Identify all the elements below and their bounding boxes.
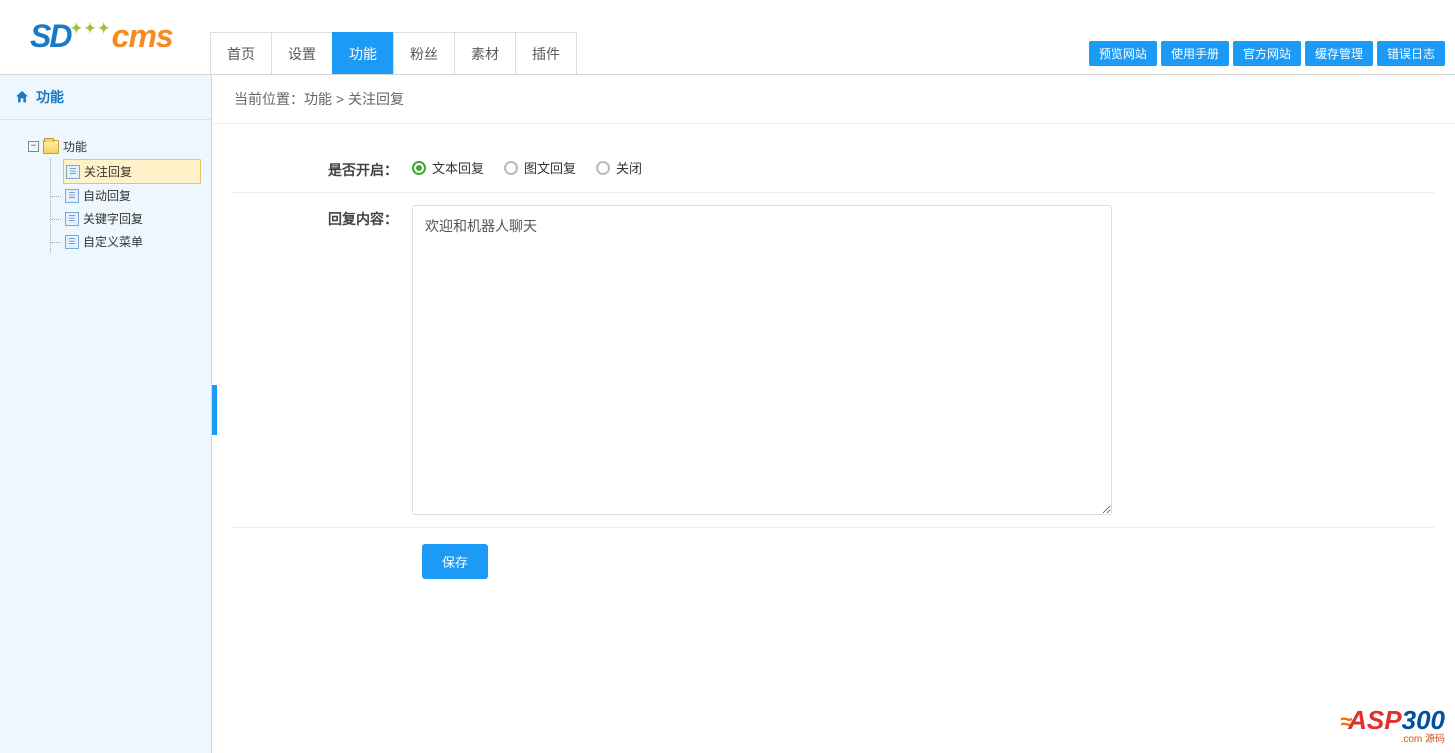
radio-close[interactable]: 关闭 [596, 158, 642, 177]
sidebar-tree: − 功能 ☰ 关注回复 ☰ 自动回复 ☰ 关键字回复 ☰ [0, 120, 211, 263]
reply-content-textarea[interactable] [412, 205, 1112, 515]
tree-item-label: 关注回复 [84, 163, 132, 180]
tree-root-label: 功能 [63, 138, 87, 155]
radio-label: 文本回复 [432, 158, 484, 177]
form-row-content: 回复内容： [232, 193, 1435, 528]
tree-item-follow-reply[interactable]: ☰ 关注回复 [63, 159, 201, 184]
tree-item-keyword-reply[interactable]: ☰ 关键字回复 [51, 207, 201, 230]
radio-label: 图文回复 [524, 158, 576, 177]
tree-item-label: 自定义菜单 [83, 233, 143, 250]
save-button[interactable]: 保存 [422, 544, 488, 579]
radio-icon [504, 161, 518, 175]
file-icon: ☰ [66, 165, 80, 179]
breadcrumb-part: 关注回复 [348, 91, 404, 107]
topnav-settings[interactable]: 设置 [271, 32, 333, 74]
breadcrumb-prefix: 当前位置： [234, 91, 304, 107]
topnav-home[interactable]: 首页 [210, 32, 272, 74]
toplink-errorlog[interactable]: 错误日志 [1377, 41, 1445, 66]
logo-part1: SD [30, 18, 70, 54]
topnav-fans[interactable]: 粉丝 [393, 32, 455, 74]
topnav-features[interactable]: 功能 [332, 32, 394, 74]
top-nav: 首页 设置 功能 粉丝 素材 插件 [210, 32, 576, 74]
enable-field: 文本回复 图文回复 关闭 [412, 156, 1435, 180]
collapse-icon[interactable]: − [28, 141, 39, 152]
radio-label: 关闭 [616, 158, 642, 177]
topnav-material[interactable]: 素材 [454, 32, 516, 74]
radio-text-reply[interactable]: 文本回复 [412, 158, 484, 177]
header: SD✦✦✦cms 首页 设置 功能 粉丝 素材 插件 预览网站 使用手册 官方网… [0, 0, 1455, 75]
form-row-enable: 是否开启： 文本回复 图文回复 关闭 [232, 144, 1435, 193]
tree-item-auto-reply[interactable]: ☰ 自动回复 [51, 184, 201, 207]
folder-icon [43, 140, 59, 154]
toplink-preview[interactable]: 预览网站 [1089, 41, 1157, 66]
main-content: 当前位置：功能 > 关注回复 是否开启： 文本回复 图文回复 [212, 75, 1455, 753]
sidebar-header: 功能 [0, 75, 211, 120]
sidebar-title: 功能 [36, 87, 64, 107]
radio-icon [596, 161, 610, 175]
radio-icon [412, 161, 426, 175]
tree-item-custom-menu[interactable]: ☰ 自定义菜单 [51, 230, 201, 253]
radio-group: 文本回复 图文回复 关闭 [412, 156, 642, 177]
tree-item-label: 关键字回复 [83, 210, 143, 227]
enable-label: 是否开启： [232, 156, 412, 180]
logo-decoration: ✦✦✦ [70, 20, 111, 36]
body: 功能 − 功能 ☰ 关注回复 ☰ 自动回复 ☰ 关键字回复 [0, 75, 1455, 753]
toplink-official[interactable]: 官方网站 [1233, 41, 1301, 66]
logo: SD✦✦✦cms [30, 18, 173, 55]
radio-richtext-reply[interactable]: 图文回复 [504, 158, 576, 177]
toplink-cache[interactable]: 缓存管理 [1305, 41, 1373, 66]
tree-item-label: 自动回复 [83, 187, 131, 204]
breadcrumb: 当前位置：功能 > 关注回复 [212, 75, 1455, 124]
breadcrumb-part: 功能 [304, 91, 332, 107]
file-icon: ☰ [65, 189, 79, 203]
file-icon: ☰ [65, 235, 79, 249]
breadcrumb-sep: > [332, 91, 348, 107]
topnav-plugins[interactable]: 插件 [515, 32, 577, 74]
toplink-manual[interactable]: 使用手册 [1161, 41, 1229, 66]
content-field [412, 205, 1435, 515]
top-links: 预览网站 使用手册 官方网站 缓存管理 错误日志 [1089, 41, 1445, 66]
tree-root[interactable]: − 功能 [28, 138, 201, 155]
file-icon: ☰ [65, 212, 79, 226]
form: 是否开启： 文本回复 图文回复 关闭 [212, 124, 1455, 599]
tree-children: ☰ 关注回复 ☰ 自动回复 ☰ 关键字回复 ☰ 自定义菜单 [50, 159, 201, 253]
sidebar: 功能 − 功能 ☰ 关注回复 ☰ 自动回复 ☰ 关键字回复 [0, 75, 212, 753]
home-icon [14, 89, 30, 105]
content-label: 回复内容： [232, 205, 412, 515]
logo-part2: cms [112, 18, 173, 54]
